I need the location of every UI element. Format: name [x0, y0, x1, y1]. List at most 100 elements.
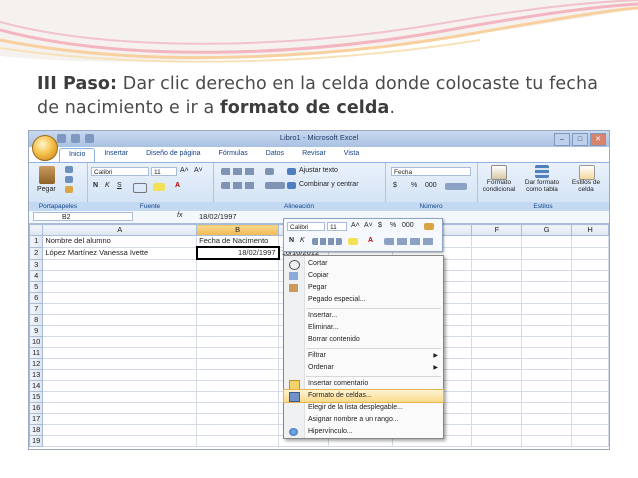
- cell[interactable]: [196, 336, 280, 348]
- cell[interactable]: [571, 292, 609, 304]
- fill-color-icon[interactable]: [153, 183, 165, 191]
- cell[interactable]: [42, 258, 198, 271]
- cell[interactable]: [521, 380, 573, 392]
- cell[interactable]: [571, 435, 609, 447]
- cell[interactable]: [196, 258, 280, 271]
- cell[interactable]: [42, 391, 198, 403]
- column-header-g[interactable]: G: [521, 224, 573, 236]
- cell[interactable]: [521, 358, 573, 370]
- cell[interactable]: [196, 303, 280, 315]
- cell[interactable]: [521, 246, 573, 260]
- cell[interactable]: [521, 435, 573, 447]
- menu-item-cut[interactable]: Cortar: [284, 258, 443, 270]
- maximize-button[interactable]: □: [572, 133, 588, 146]
- bold-button[interactable]: N: [93, 182, 98, 189]
- horizontal-align-icons[interactable]: [221, 182, 257, 189]
- cell[interactable]: [521, 369, 573, 381]
- cell[interactable]: [471, 258, 523, 271]
- cell[interactable]: [42, 358, 198, 370]
- cell[interactable]: [196, 347, 280, 359]
- cell[interactable]: [196, 402, 280, 414]
- cell[interactable]: [571, 314, 609, 326]
- row-header[interactable]: 12: [29, 358, 44, 370]
- cell[interactable]: [196, 369, 280, 381]
- borders-icon[interactable]: [133, 183, 147, 193]
- cell[interactable]: [471, 369, 523, 381]
- cell[interactable]: [571, 258, 609, 271]
- cell[interactable]: [571, 424, 609, 436]
- cell[interactable]: [521, 347, 573, 359]
- mini-grow-font-button[interactable]: A˄: [351, 222, 360, 229]
- menu-item-copy[interactable]: Copiar: [284, 270, 443, 282]
- cell[interactable]: [42, 314, 198, 326]
- cell[interactable]: [571, 270, 609, 282]
- cell[interactable]: [42, 402, 198, 414]
- menu-item-pick-from-list[interactable]: Elegir de la lista desplegable...: [284, 402, 443, 414]
- font-size-select[interactable]: 11: [151, 167, 177, 176]
- row-header[interactable]: 9: [29, 325, 44, 337]
- cell-b1[interactable]: Fecha de Nacimento: [196, 235, 280, 248]
- cell[interactable]: [571, 380, 609, 392]
- menu-item-format-cells[interactable]: Formato de celdas...: [283, 389, 444, 403]
- copy-icon[interactable]: [65, 176, 73, 183]
- decimal-buttons-icon[interactable]: [445, 183, 467, 190]
- cell[interactable]: [521, 281, 573, 293]
- row-header[interactable]: 14: [29, 380, 44, 392]
- text-orientation-icon[interactable]: [265, 168, 274, 175]
- cell[interactable]: [196, 281, 280, 293]
- row-header[interactable]: 17: [29, 413, 44, 425]
- cell[interactable]: [571, 235, 609, 248]
- column-header-f[interactable]: F: [471, 224, 523, 236]
- cell[interactable]: [571, 369, 609, 381]
- fx-button[interactable]: fx: [177, 212, 182, 219]
- cell[interactable]: [521, 336, 573, 348]
- row-header[interactable]: 18: [29, 424, 44, 436]
- mini-thousands-button[interactable]: 000: [402, 222, 414, 229]
- formula-value[interactable]: 18/02/1997: [199, 212, 237, 221]
- row-header[interactable]: 3: [29, 258, 44, 271]
- row-header[interactable]: 4: [29, 270, 44, 282]
- cell[interactable]: [196, 325, 280, 337]
- cell[interactable]: [196, 424, 280, 436]
- close-button[interactable]: ✕: [590, 133, 606, 146]
- cell-a1[interactable]: Nombre del alumno: [42, 235, 198, 248]
- row-header[interactable]: 2: [29, 246, 44, 260]
- cell[interactable]: [521, 413, 573, 425]
- cell[interactable]: [471, 336, 523, 348]
- underline-button[interactable]: S: [117, 182, 122, 189]
- cell[interactable]: [471, 270, 523, 282]
- format-painter-icon[interactable]: [65, 186, 73, 193]
- cell[interactable]: [521, 292, 573, 304]
- cell[interactable]: [521, 325, 573, 337]
- row-header[interactable]: 16: [29, 402, 44, 414]
- cell[interactable]: [521, 402, 573, 414]
- row-header[interactable]: 1: [29, 235, 44, 248]
- tab-inicio[interactable]: Inicio: [59, 148, 96, 162]
- conditional-format-button[interactable]: Formato condicional: [479, 179, 519, 193]
- row-header[interactable]: 6: [29, 292, 44, 304]
- row-header[interactable]: 19: [29, 435, 44, 447]
- cell[interactable]: [471, 325, 523, 337]
- cell[interactable]: [471, 281, 523, 293]
- shrink-font-button[interactable]: A˅: [194, 167, 203, 174]
- row-header[interactable]: 11: [29, 347, 44, 359]
- mini-font-select[interactable]: Calibri: [287, 222, 325, 231]
- cell[interactable]: [571, 281, 609, 293]
- menu-item-clear-contents[interactable]: Borrar contenido: [284, 334, 443, 346]
- mini-font-color-button[interactable]: A: [368, 237, 373, 244]
- mini-italic-button[interactable]: K: [300, 237, 305, 244]
- menu-item-hyperlink[interactable]: Hipervínculo...: [284, 426, 443, 438]
- cell[interactable]: [471, 424, 523, 436]
- paste-button[interactable]: Pegar: [37, 186, 56, 193]
- menu-item-insert-comment[interactable]: Insertar comentario: [284, 378, 443, 390]
- percent-button[interactable]: %: [411, 182, 417, 189]
- select-all-corner[interactable]: [29, 224, 44, 236]
- cell[interactable]: [42, 303, 198, 315]
- mini-currency-button[interactable]: $: [378, 222, 382, 229]
- row-header[interactable]: 7: [29, 303, 44, 315]
- cell[interactable]: [42, 380, 198, 392]
- office-button[interactable]: [32, 135, 58, 161]
- tab-revisar[interactable]: Revisar: [293, 148, 335, 162]
- cell[interactable]: [571, 336, 609, 348]
- tab-vista[interactable]: Vista: [335, 148, 368, 162]
